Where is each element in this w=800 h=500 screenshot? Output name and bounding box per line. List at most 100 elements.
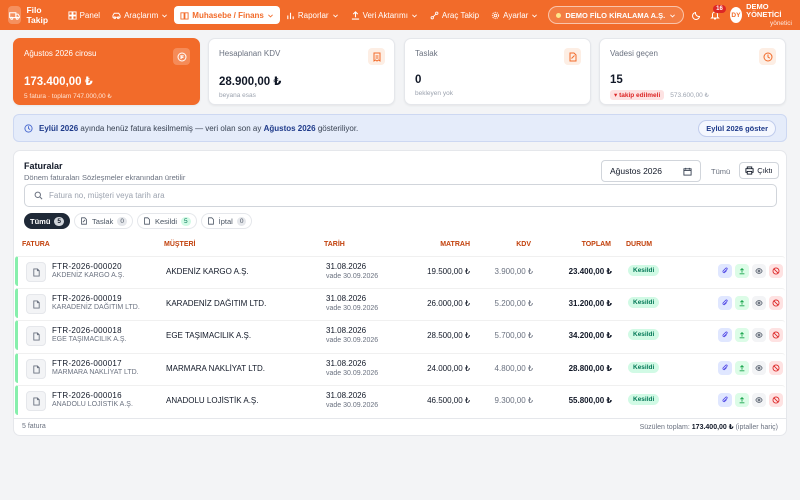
invoice-number[interactable]: FTR-2026-000019 — [52, 294, 122, 303]
follow-up-label: takip edilmeli — [619, 92, 661, 99]
customer-name: AKDENİZ KARGO A.Ş. — [166, 267, 249, 276]
nav-arac-takip[interactable]: Araç Takip — [424, 6, 485, 24]
table-row[interactable]: FTR-2026-000016 ANADOLU LOJİSTİK A.Ş. ANAD… — [15, 385, 785, 415]
user-menu[interactable]: DEMO YÖNETİCİ yönetici — [746, 3, 792, 27]
filter-chip-issued[interactable]: Kesildi 5 — [136, 213, 197, 229]
filtered-total-label: Süzülen toplam: — [639, 424, 690, 431]
send-icon[interactable] — [735, 328, 749, 342]
filter-chip-draft[interactable]: Taslak 0 — [74, 213, 133, 229]
attachment-icon[interactable] — [718, 264, 732, 278]
nav-muhasebe[interactable]: Muhasebe / Finans — [174, 6, 280, 24]
chip-label: Taslak — [92, 216, 114, 226]
draft-document-icon — [81, 217, 87, 225]
invoice-date: 31.08.2026 — [326, 391, 367, 400]
filter-chip-cancelled[interactable]: İptal 0 — [200, 213, 253, 229]
invoice-date: 31.08.2026 — [326, 359, 367, 368]
panel-title: Faturalar — [24, 161, 63, 171]
attachment-icon[interactable] — [718, 361, 732, 375]
notifications-button[interactable]: 16 — [708, 5, 726, 24]
view-icon[interactable] — [752, 296, 766, 310]
banner-last-month: Ağustos 2026 — [263, 123, 316, 133]
avatar[interactable]: DY — [729, 7, 743, 23]
invoice-number[interactable]: FTR-2026-000018 — [52, 326, 122, 335]
nav-veri-aktarimi[interactable]: Veri Aktarımı — [345, 6, 424, 24]
table-row[interactable]: FTR-2026-000020 AKDENİZ KARGO A.Ş. AKDENİZ… — [15, 256, 785, 286]
panel-subtitle: Dönem faturaları Sözleşmeler ekranından … — [24, 173, 186, 182]
filter-chip-all[interactable]: Tümü 5 — [24, 213, 71, 229]
card-title: Ağustos 2026 cirosu — [24, 49, 97, 58]
chip-label: Tümü — [30, 216, 51, 226]
nav-ayarlar[interactable]: Ayarlar — [485, 6, 544, 24]
month-picker[interactable]: Ağustos 2026 — [601, 160, 701, 182]
nav-raporlar[interactable]: Raporlar — [280, 6, 345, 24]
column-header-base[interactable]: MATRAH — [414, 241, 470, 248]
document-icon — [144, 217, 150, 225]
company-dot-icon — [556, 12, 562, 18]
view-icon[interactable] — [752, 264, 766, 278]
invoice-customer-small: EGE TAŞIMACILIK A.Ş. — [52, 336, 127, 343]
card-value: 0 — [415, 74, 422, 86]
table-row[interactable]: FTR-2026-000017 MARMARA NAKLİYAT LTD. MARM… — [15, 353, 785, 383]
send-icon[interactable] — [735, 264, 749, 278]
send-icon[interactable] — [735, 361, 749, 375]
table-row[interactable]: FTR-2026-000018 EGE TAŞIMACILIK A.Ş. EGE T… — [15, 320, 785, 350]
nav-label: Panel — [79, 10, 101, 20]
customer-name: EGE TAŞIMACILIK A.Ş. — [166, 331, 252, 340]
banner-text-end: gösteriliyor. — [315, 123, 359, 133]
receipt-icon — [368, 48, 385, 65]
due-date: vade 30.09.2026 — [326, 402, 379, 409]
invoice-customer-small: ANADOLU LOJİSTİK A.Ş. — [52, 401, 133, 408]
chip-label: İptal — [218, 216, 233, 226]
notification-count-badge: 16 — [713, 5, 726, 13]
attachment-icon[interactable] — [718, 393, 732, 407]
nav-panel[interactable]: Panel — [62, 6, 106, 24]
all-months-link[interactable]: Tümü — [711, 167, 730, 176]
table-footer: 5 fatura Süzülen toplam: 173.400,00 ₺ (i… — [14, 418, 786, 436]
brand[interactable]: Filo Takip — [8, 5, 56, 25]
show-month-button[interactable]: Eylül 2026 göster — [698, 119, 776, 137]
status-filter-chips: Tümü 5 Taslak 0 Kesildi 5 İptal 0 — [24, 213, 253, 229]
view-icon[interactable] — [752, 328, 766, 342]
banner-text-mid: ayında henüz fatura kesilmemiş — veri ol… — [78, 123, 264, 133]
send-icon[interactable] — [735, 296, 749, 310]
vat-amount: 4.800,00 ₺ — [494, 364, 533, 373]
column-header-date[interactable]: TARİH — [324, 241, 345, 248]
banner-text: Eylül 2026 ayında henüz fatura kesilmemi… — [39, 124, 358, 133]
cancel-icon[interactable] — [769, 393, 783, 407]
overdue-card: Vadesi geçen 15 ▾ takip edilmeli 573.600… — [599, 38, 786, 105]
cancel-icon[interactable] — [769, 361, 783, 375]
chip-count: 5 — [181, 216, 191, 226]
company-name: DEMO FİLO KİRALAMA A.Ş. — [565, 10, 666, 20]
nav-label: Araçlarım — [124, 10, 159, 20]
customer-name: MARMARA NAKLİYAT LTD. — [166, 364, 265, 373]
theme-toggle[interactable] — [690, 6, 704, 24]
send-icon[interactable] — [735, 393, 749, 407]
invoice-number[interactable]: FTR-2026-000020 — [52, 262, 122, 271]
table-row[interactable]: FTR-2026-000019 KARADENİZ DAĞITIM LTD. KAR… — [15, 288, 785, 318]
cancel-icon[interactable] — [769, 264, 783, 278]
vat-amount: 5.200,00 ₺ — [494, 299, 533, 308]
revenue-card: Ağustos 2026 cirosu 173.400,00 ₺ 5 fatur… — [13, 38, 200, 105]
cancel-icon[interactable] — [769, 296, 783, 310]
brand-name: Filo Takip — [26, 5, 49, 25]
column-header-customer[interactable]: MÜŞTERİ — [164, 241, 196, 248]
invoice-number[interactable]: FTR-2026-000017 — [52, 359, 122, 368]
search-input[interactable]: Fatura no, müşteri veya tarih ara — [24, 184, 777, 207]
column-header-vat[interactable]: KDV — [474, 241, 531, 248]
nav-araclarim[interactable]: Araçlarım — [106, 6, 174, 24]
card-value: 28.900,00 ₺ — [219, 76, 282, 88]
row-actions — [718, 393, 783, 407]
view-icon[interactable] — [752, 361, 766, 375]
attachment-icon[interactable] — [718, 328, 732, 342]
column-header-invoice[interactable]: FATURA — [22, 241, 50, 248]
search-placeholder: Fatura no, müşteri veya tarih ara — [49, 191, 165, 200]
view-icon[interactable] — [752, 393, 766, 407]
company-selector[interactable]: DEMO FİLO KİRALAMA A.Ş. — [548, 6, 685, 24]
print-button[interactable]: Çıktı — [739, 162, 779, 179]
column-header-status[interactable]: DURUM — [626, 241, 652, 248]
cancel-icon[interactable] — [769, 328, 783, 342]
invoice-number[interactable]: FTR-2026-000016 — [52, 391, 122, 400]
row-actions — [718, 264, 783, 278]
attachment-icon[interactable] — [718, 296, 732, 310]
column-header-total[interactable]: TOPLAM — [554, 241, 611, 248]
